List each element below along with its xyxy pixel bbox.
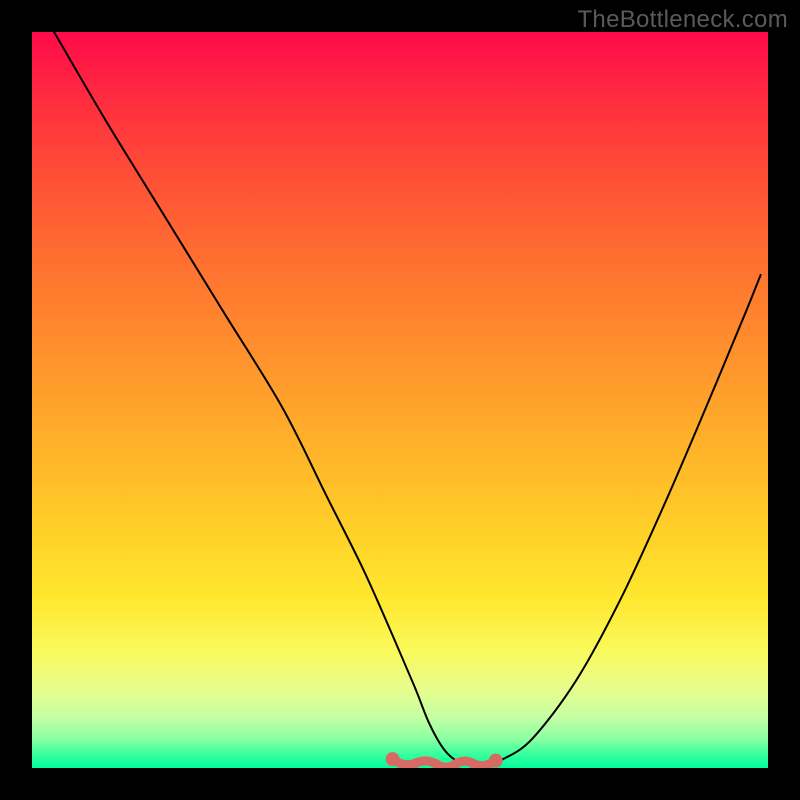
chart-frame: TheBottleneck.com: [0, 0, 800, 800]
plot-area: [32, 32, 768, 768]
marker-connector: [393, 759, 496, 767]
bottleneck-curve: [54, 32, 761, 764]
bottom-marker-group: [386, 752, 503, 768]
chart-svg: [32, 32, 768, 768]
marker-dot: [489, 754, 503, 768]
marker-dot: [386, 752, 400, 766]
watermark-text: TheBottleneck.com: [577, 6, 788, 34]
